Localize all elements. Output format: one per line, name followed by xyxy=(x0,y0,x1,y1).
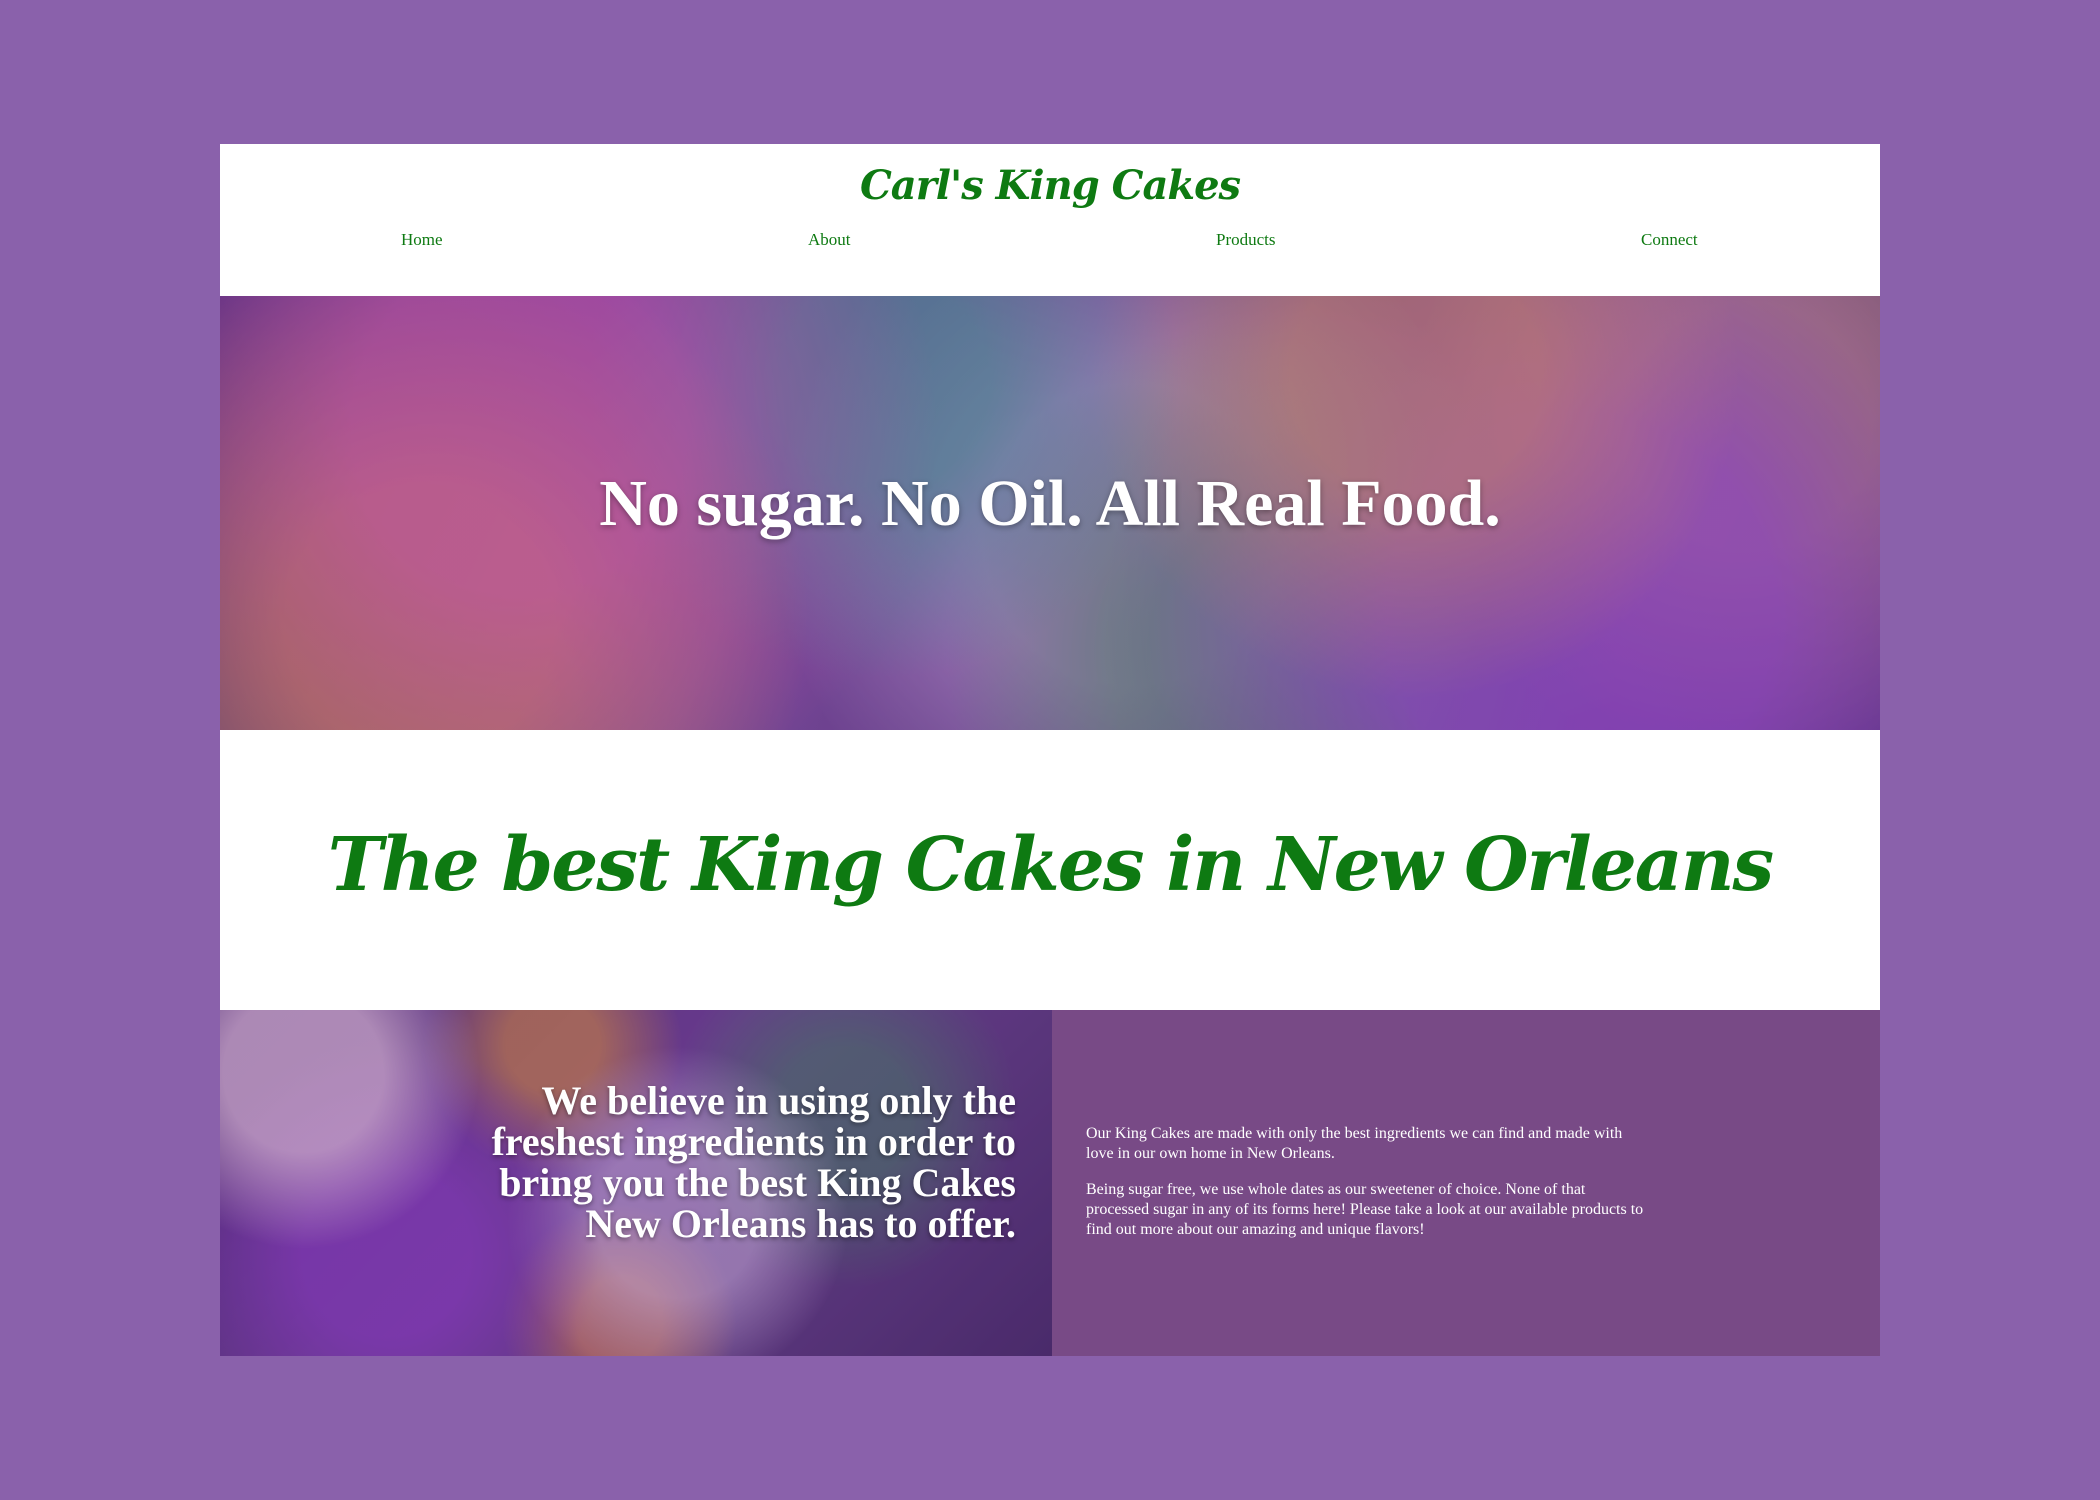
nav-about[interactable]: About xyxy=(808,230,851,250)
belief-image-panel: We believe in using only the freshest in… xyxy=(220,1010,1052,1356)
brand-logo[interactable]: Carl's King Cakes xyxy=(220,162,1880,209)
main-nav: Home About Products Connect xyxy=(220,230,1880,260)
about-text-panel: Our King Cakes are made with only the be… xyxy=(1052,1010,1880,1356)
nav-connect[interactable]: Connect xyxy=(1641,230,1698,250)
belief-statement: We believe in using only the freshest in… xyxy=(491,1078,1016,1246)
nav-products[interactable]: Products xyxy=(1216,230,1276,250)
tagline-section: The best King Cakes in New Orleans xyxy=(220,730,1880,1010)
about-paragraph-2: Being sugar free, we use whole dates as … xyxy=(1086,1181,1644,1238)
tagline-heading: The best King Cakes in New Orleans xyxy=(327,822,1774,908)
site-container: Carl's King Cakes Home About Products Co… xyxy=(220,144,1880,1356)
nav-home[interactable]: Home xyxy=(401,230,443,250)
hero-banner: No sugar. No Oil. All Real Food. xyxy=(220,296,1880,730)
hero-headline: No sugar. No Oil. All Real Food. xyxy=(599,467,1501,540)
about-paragraph-1: Our King Cakes are made with only the be… xyxy=(1086,1125,1623,1162)
site-header: Carl's King Cakes Home About Products Co… xyxy=(220,144,1880,296)
